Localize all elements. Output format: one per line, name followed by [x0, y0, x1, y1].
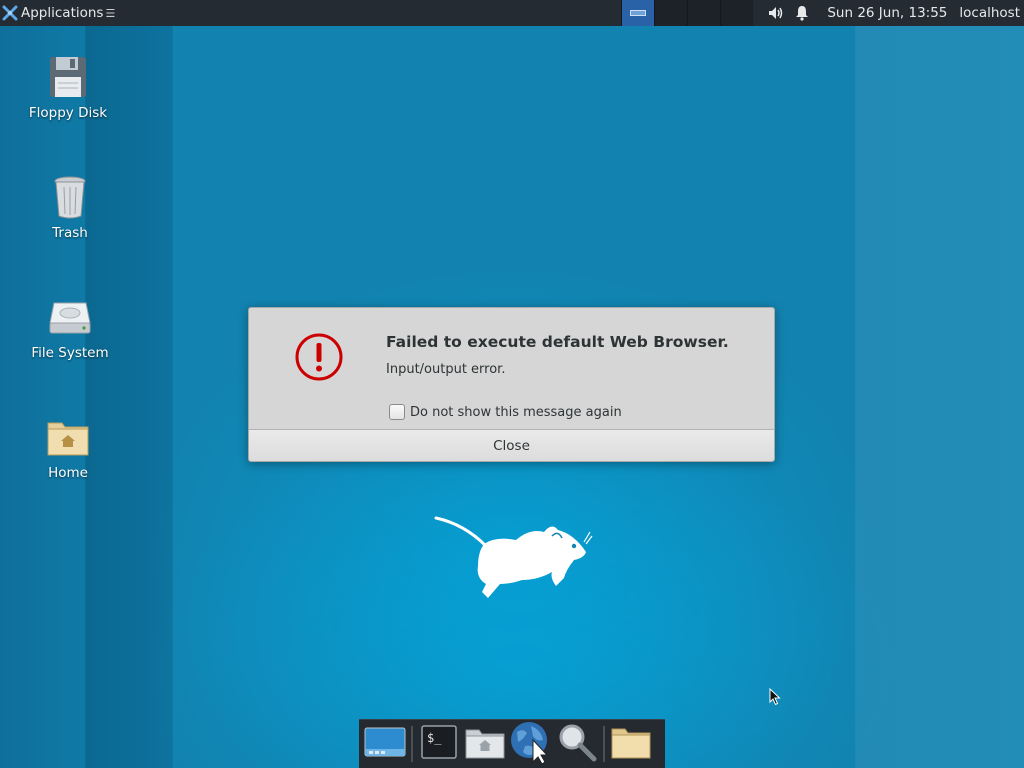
hard-drive-icon	[46, 293, 94, 341]
window-thumbnail	[630, 10, 647, 16]
dont-show-again-checkbox[interactable]: Do not show this message again	[389, 404, 622, 420]
applications-menu-button[interactable]: Applications ☰	[0, 0, 119, 26]
xfce-logo-icon	[2, 5, 18, 21]
desktop-icon-label: Trash	[52, 225, 88, 241]
dock-panel: $_	[359, 719, 665, 768]
workspace-3[interactable]	[687, 0, 721, 26]
workspace-2[interactable]	[654, 0, 688, 26]
desktop-icon-label: Home	[48, 465, 88, 481]
desktop-icon-file-system[interactable]: File System	[20, 293, 120, 361]
dock-terminal[interactable]: $_	[416, 721, 462, 767]
terminal-icon: $_	[421, 725, 457, 763]
dialog-message: Input/output error.	[386, 362, 506, 377]
close-button[interactable]: Close	[249, 429, 774, 461]
applications-label: Applications	[21, 5, 104, 21]
dock-web-browser[interactable]	[508, 721, 554, 767]
notification-bell-icon[interactable]	[793, 4, 811, 22]
trash-icon	[46, 173, 94, 221]
wallpaper-stripe	[85, 26, 173, 768]
dock-show-desktop[interactable]	[362, 721, 408, 767]
floppy-disk-icon	[44, 53, 92, 101]
xfce-mouse-logo	[434, 514, 594, 604]
checkbox-label: Do not show this message again	[410, 404, 622, 420]
workspace-4[interactable]	[720, 0, 754, 26]
dock-separator	[411, 726, 413, 762]
desktop-icon-floppy-disk[interactable]: Floppy Disk	[18, 53, 118, 121]
web-browser-icon	[509, 720, 553, 768]
svg-text:$_: $_	[427, 731, 442, 745]
folder-icon	[610, 725, 652, 763]
mouse-pointer-icon	[769, 687, 781, 706]
workspace-1[interactable]	[621, 0, 655, 26]
hostname-label: localhost	[959, 5, 1020, 21]
volume-icon[interactable]	[767, 4, 785, 22]
checkbox-box[interactable]	[389, 404, 405, 420]
system-tray: Sun 26 Jun, 13:55 localhost	[763, 0, 1024, 26]
dialog-title: Failed to execute default Web Browser.	[386, 333, 729, 351]
menu-indicator-icon: ☰	[105, 6, 116, 20]
dock-separator	[603, 726, 605, 762]
magnifier-icon	[557, 722, 597, 766]
desktop-icon-label: File System	[31, 345, 109, 361]
top-panel: Applications ☰ Sun 26 Jun, 13:55 localho…	[0, 0, 1024, 26]
clock[interactable]: Sun 26 Jun, 13:55	[827, 5, 947, 21]
dock-app-finder[interactable]	[554, 721, 600, 767]
dock-folder[interactable]	[608, 721, 654, 767]
desktop-icon-trash[interactable]: Trash	[20, 173, 120, 241]
dock-file-manager[interactable]	[462, 721, 508, 767]
error-icon	[294, 332, 344, 382]
error-dialog: Failed to execute default Web Browser. I…	[248, 307, 775, 462]
home-folder-icon	[44, 413, 92, 461]
desktop-icon-label: Floppy Disk	[28, 105, 108, 121]
wallpaper-stripe	[855, 26, 1024, 768]
show-desktop-icon	[364, 725, 406, 763]
workspace-switcher	[621, 0, 754, 26]
home-folder-icon	[464, 725, 506, 763]
desktop-icon-home[interactable]: Home	[18, 413, 118, 481]
